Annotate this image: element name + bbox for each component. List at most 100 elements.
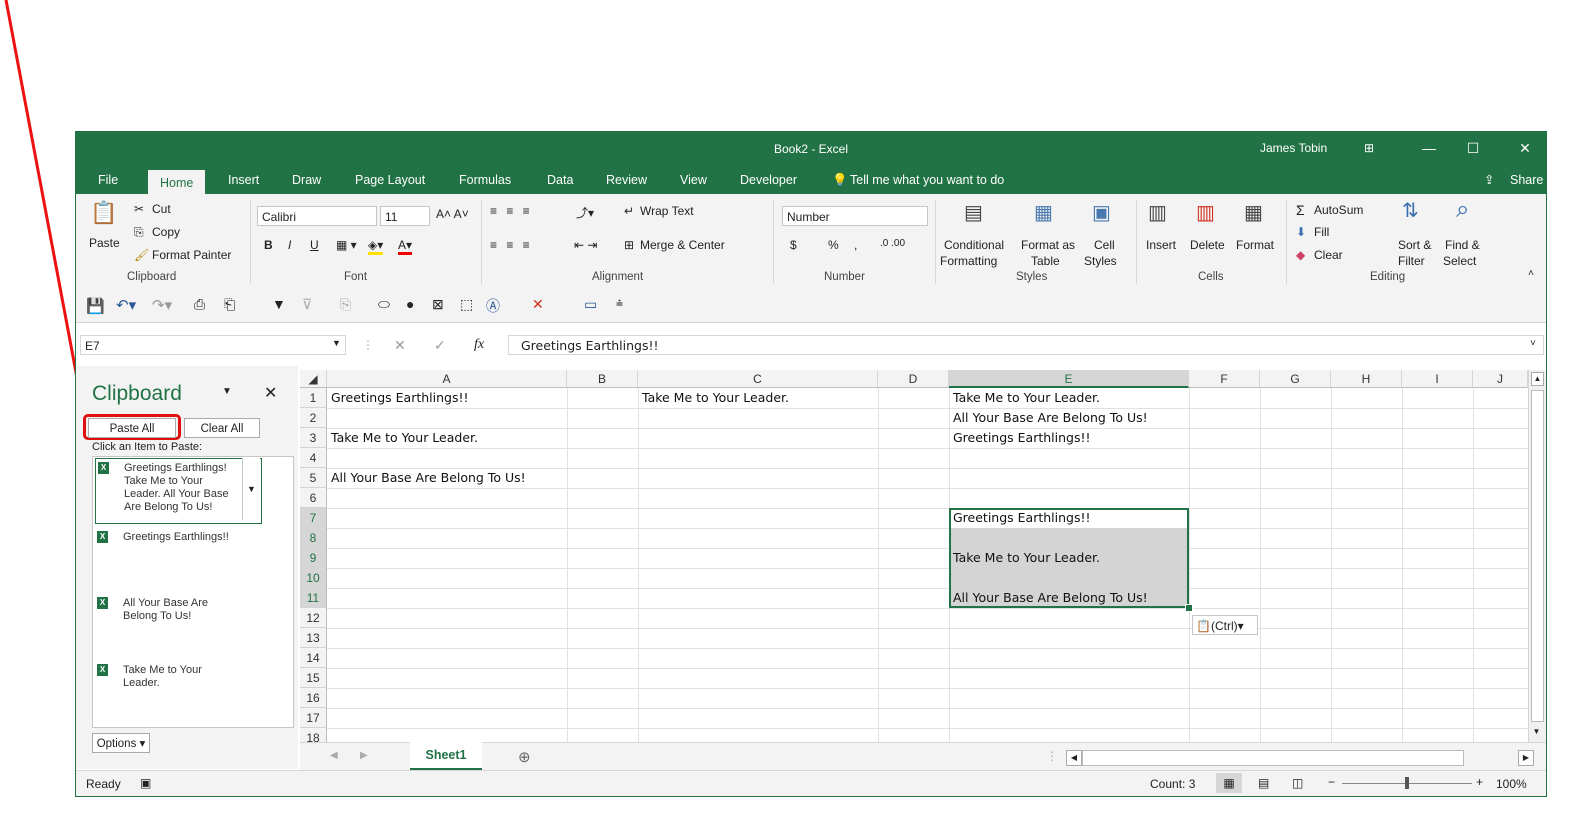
row-header[interactable]: 3 [300, 428, 327, 448]
item-dropdown-icon[interactable]: ▼ [242, 458, 260, 520]
expand-formula-icon[interactable]: ˅ [1530, 338, 1536, 349]
row-header[interactable]: 4 [300, 448, 327, 468]
cut-button[interactable]: Cut [152, 202, 171, 216]
column-header-j[interactable]: J [1473, 370, 1528, 388]
filter-icon[interactable]: ▼ [272, 296, 286, 312]
paste-options-button[interactable]: 📋(Ctrl)▾ [1192, 615, 1258, 635]
prev-sheet-icon[interactable]: ◀ [330, 750, 338, 761]
options-button[interactable]: Options ▾ [92, 733, 150, 753]
cell-e9[interactable]: Take Me to Your Leader. [950, 548, 1189, 568]
zoom-in-icon[interactable]: + [1476, 775, 1483, 789]
row-header[interactable]: 9 [300, 548, 327, 568]
spreadsheet-grid[interactable]: ◢ A B C D E F G H I J 1 2 3 4 5 6 7 8 9 … [300, 370, 1528, 742]
cell-c1[interactable]: Take Me to Your Leader. [639, 388, 878, 408]
decimal-icon[interactable]: .0 .00 [880, 238, 905, 249]
customize-qat-icon[interactable]: ⩮ [616, 296, 623, 311]
name-box-dropdown-icon[interactable]: ▼ [332, 338, 341, 348]
splitter-icon[interactable]: ⋮ [1046, 749, 1058, 763]
clipboard-item-2[interactable]: X Greetings Earthlings!! [95, 528, 260, 548]
paste-special-icon[interactable]: ⎘ [340, 296, 351, 313]
orientation-icon[interactable]: ⤴▾ [576, 204, 594, 221]
sheet-tab-sheet1[interactable]: Sheet1 [410, 742, 482, 771]
row-header[interactable]: 18 [300, 728, 327, 742]
fill-button[interactable]: Fill [1314, 225, 1329, 239]
row-header[interactable]: 15 [300, 668, 327, 688]
formula-input[interactable]: Greetings Earthlings!! [508, 335, 1544, 355]
record-icon[interactable]: ● [406, 296, 414, 312]
camera-icon[interactable]: ⊠ [432, 296, 444, 313]
tab-review[interactable]: Review [606, 166, 647, 194]
cell-e2[interactable]: All Your Base Are Belong To Us! [950, 408, 1189, 428]
minimize-button[interactable]: — [1414, 136, 1444, 160]
row-header[interactable]: 14 [300, 648, 327, 668]
save-icon[interactable]: 💾 [86, 297, 105, 315]
column-header-d[interactable]: D [878, 370, 949, 388]
merge-center-button[interactable]: Merge & Center [640, 238, 725, 252]
cell-a3[interactable]: Take Me to Your Leader. [328, 428, 567, 448]
add-sheet-icon[interactable]: ⊕ [518, 748, 531, 766]
name-box[interactable]: E7 [80, 335, 346, 355]
cell-e7[interactable]: Greetings Earthlings!! [950, 508, 1189, 528]
close-pane-icon[interactable]: ✕ [264, 383, 277, 403]
clipboard-item-1[interactable]: X Greetings Earthlings! Take Me to Your … [95, 458, 262, 524]
tab-formulas[interactable]: Formulas [459, 166, 511, 194]
hscroll-right-icon[interactable]: ▶ [1518, 750, 1534, 766]
indent-icon[interactable]: ⇤ ⇥ [574, 238, 597, 252]
clear-all-button[interactable]: Clear All [184, 418, 260, 438]
paste-all-button[interactable]: Paste All [88, 418, 176, 438]
page-break-view-icon[interactable]: ◫ [1292, 776, 1303, 790]
font-name-box[interactable]: Calibri [257, 206, 377, 226]
column-header-e[interactable]: E [949, 370, 1189, 388]
find-select-button[interactable]: Find & [1445, 238, 1480, 252]
select-all-corner[interactable]: ◢ [300, 370, 327, 388]
maximize-button[interactable]: ☐ [1458, 136, 1488, 160]
row-header[interactable]: 1 [300, 388, 327, 408]
hscroll-left-icon[interactable]: ◀ [1066, 750, 1082, 766]
pane-options-icon[interactable]: ▼ [222, 386, 232, 397]
cancel-icon[interactable]: ✕ [394, 337, 406, 354]
currency-button[interactable]: $ [790, 238, 797, 252]
column-header-i[interactable]: I [1402, 370, 1473, 388]
row-header[interactable]: 7 [300, 508, 327, 528]
select-objects-icon[interactable]: ⬚ [460, 296, 473, 313]
column-header-b[interactable]: B [567, 370, 638, 388]
paste-button[interactable]: Paste [89, 236, 120, 250]
macro-record-icon[interactable]: ▣ [140, 776, 151, 790]
sort-filter-button[interactable]: Sort & [1398, 238, 1431, 252]
next-sheet-icon[interactable]: ▶ [360, 750, 368, 761]
share-button[interactable]: Share [1510, 166, 1543, 194]
status-count[interactable]: Count: 3 [1150, 777, 1195, 791]
wrap-text-button[interactable]: Wrap Text [640, 204, 694, 218]
format-painter-button[interactable]: Format Painter [152, 248, 231, 262]
scroll-up-icon[interactable]: ▲ [1531, 372, 1544, 386]
ribbon-display-options-icon[interactable]: ⊞ [1354, 136, 1384, 160]
row-header[interactable]: 17 [300, 708, 327, 728]
tab-view[interactable]: View [680, 166, 707, 194]
normal-view-icon[interactable]: ▦ [1216, 773, 1242, 793]
close-button[interactable]: ✕ [1510, 136, 1540, 160]
print-icon[interactable]: ⎙ [194, 296, 205, 313]
tab-home[interactable]: Home [148, 170, 206, 196]
user-name[interactable]: James Tobin [1260, 141, 1327, 155]
enter-icon[interactable]: ✓ [434, 337, 446, 354]
tab-insert[interactable]: Insert [228, 166, 259, 194]
row-header[interactable]: 11 [300, 588, 327, 608]
preview-icon[interactable]: ⎗ [224, 296, 235, 313]
insert-cells-button[interactable]: Insert [1146, 238, 1176, 252]
row-header[interactable]: 2 [300, 408, 327, 428]
clear-filter-icon[interactable]: ⊽ [302, 296, 312, 313]
column-header-a[interactable]: A [327, 370, 567, 388]
cell-a5[interactable]: All Your Base Are Belong To Us! [328, 468, 567, 488]
borders-icon[interactable]: ▦ ▾ [336, 238, 357, 252]
font-size-box[interactable]: 11 [380, 206, 430, 226]
row-header[interactable]: 16 [300, 688, 327, 708]
row-header[interactable]: 6 [300, 488, 327, 508]
horizontal-scroll-thumb[interactable] [1082, 750, 1464, 766]
clipboard-item-4[interactable]: X Take Me to Your Leader. [95, 664, 260, 694]
delete-icon[interactable]: ✕ [532, 296, 544, 313]
scroll-thumb[interactable] [1531, 390, 1544, 722]
function-button[interactable]: fx [474, 337, 484, 353]
undo-icon[interactable]: ↶▾ [116, 296, 136, 314]
row-header[interactable]: 5 [300, 468, 327, 488]
column-header-f[interactable]: F [1189, 370, 1260, 388]
